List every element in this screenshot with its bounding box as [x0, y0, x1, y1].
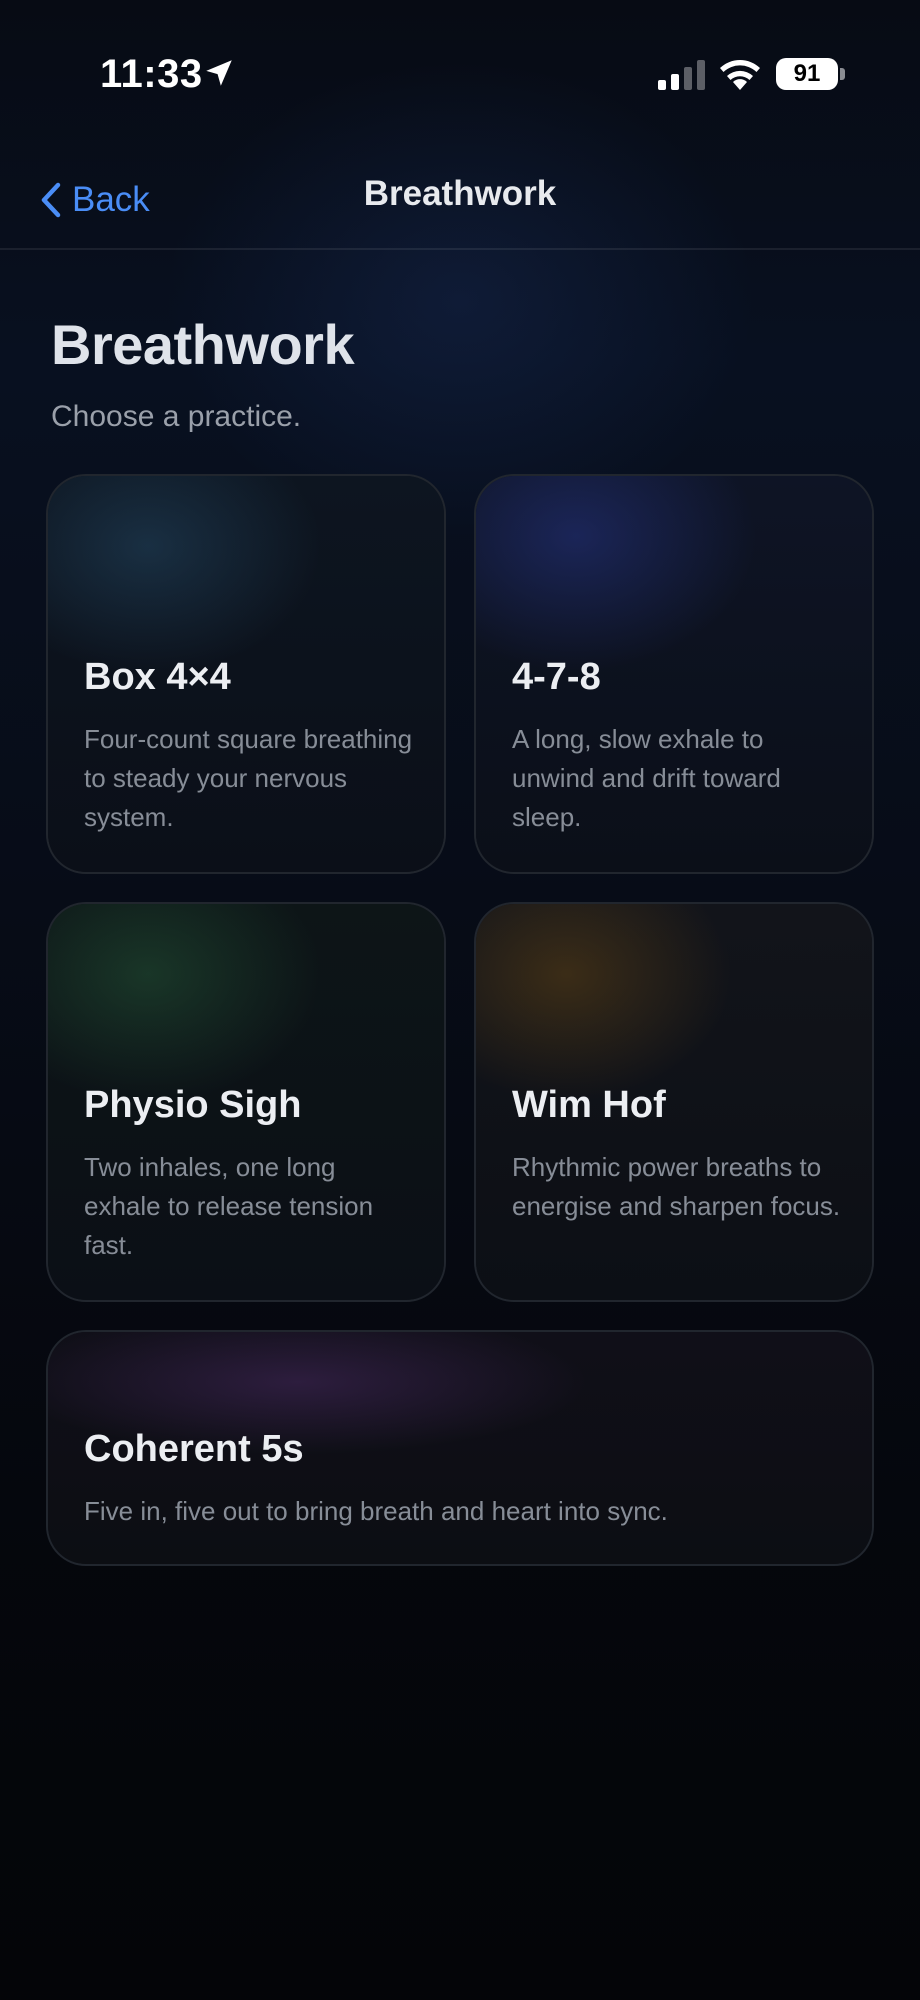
wifi-icon	[720, 60, 760, 90]
practice-card-box-breathing[interactable]: Box 4×4 Four-count square breathing to s…	[46, 474, 446, 874]
practice-description: Rhythmic power breaths to energise and s…	[512, 1152, 841, 1221]
practice-card-coherent[interactable]: Coherent 5s Five in, five out to bring b…	[46, 1330, 874, 1566]
status-bar: 11:33 91	[0, 0, 920, 150]
practice-description: A long, slow exhale to unwind and drift …	[512, 724, 781, 832]
practice-title: 4-7-8	[512, 656, 601, 698]
page-subtitle: Choose a practice.	[51, 400, 302, 433]
nav-bar: Back Breathwork	[0, 150, 920, 250]
practice-title: Physio Sigh	[84, 1084, 302, 1126]
breathwork-screen: 11:33 91 Back Breathwork Breathwork Choo…	[0, 0, 920, 2000]
nav-title: Breathwork	[363, 174, 557, 213]
practice-card-physio-sigh[interactable]: Physio Sigh Two inhales, one long exhale…	[46, 902, 446, 1302]
practice-description: Five in, five out to bring breath and he…	[84, 1496, 668, 1526]
practice-title: Box 4×4	[84, 656, 231, 698]
cellular-signal-icon	[658, 60, 705, 90]
practice-title: Coherent 5s	[84, 1428, 304, 1470]
practice-card-4-7-8[interactable]: 4-7-8 A long, slow exhale to unwind and …	[474, 474, 874, 874]
battery-icon: 91	[776, 58, 838, 90]
battery-cap	[840, 68, 845, 80]
status-time: 11:33	[100, 52, 203, 96]
practice-title: Wim Hof	[512, 1084, 666, 1126]
battery-level: 91	[793, 60, 821, 87]
practice-description: Four-count square breathing to steady yo…	[84, 724, 413, 832]
location-arrow-icon	[206, 60, 232, 86]
page-title: Breathwork	[51, 313, 355, 376]
practice-card-wim-hof[interactable]: Wim Hof Rhythmic power breaths to energi…	[474, 902, 874, 1302]
practice-description: Two inhales, one long exhale to release …	[84, 1152, 374, 1260]
